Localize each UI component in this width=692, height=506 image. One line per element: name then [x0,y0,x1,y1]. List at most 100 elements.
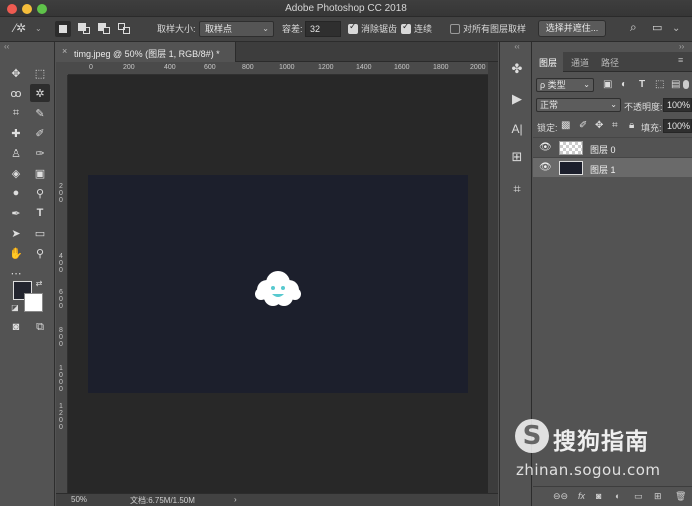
ruler-label: 0 [59,267,63,274]
tab-paths[interactable]: 路径 [601,56,619,69]
quick-mask-icon[interactable]: ◙ [6,318,26,336]
add-to-selection-button[interactable] [76,21,92,37]
ruler-label: 0 [59,197,63,204]
plugin-puzzle-icon[interactable]: ✤ [506,58,528,80]
link-layers-icon[interactable]: ⊖⊖ [553,491,568,502]
ruler-origin[interactable] [56,62,68,75]
eraser-tool-icon[interactable]: ◈ [6,164,26,182]
magic-wand-tool-icon[interactable]: ✲ [30,84,50,102]
blend-mode-select[interactable]: 正常 ⌄ [536,98,621,112]
ruler-label: 4 [59,253,63,260]
document-title: timg.jpeg @ 50% (图层 1, RGB/8#) * [74,49,220,59]
clone-stamp-tool-icon[interactable]: ♙ [6,144,26,162]
expand-panel-icon[interactable]: ›› [679,42,684,51]
opacity-label: 不透明度: [624,102,663,112]
dodge-tool-icon[interactable]: ⚲ [30,184,50,202]
status-menu-arrow[interactable]: › [234,495,237,504]
fill-input[interactable]: 100% [663,119,692,133]
properties-panel-icon[interactable]: ⊞ [506,146,528,168]
background-color-swatch[interactable] [24,293,43,312]
intersect-selection-button[interactable] [116,21,132,37]
gradient-tool-icon[interactable]: ▣ [30,164,50,182]
contiguous-label: 连续 [414,24,433,34]
crop-tool-icon[interactable]: ⌗ [6,104,26,122]
brush-tool-icon[interactable]: ✐ [30,124,50,142]
horizontal-ruler[interactable]: 0 200 400 600 800 1000 1200 1400 1600 18… [68,62,488,75]
document-image[interactable] [88,175,468,393]
crop-panel-icon[interactable]: ⌗ [506,178,528,200]
subtract-from-selection-button[interactable] [96,21,112,37]
opacity-input[interactable]: 100% [663,98,692,112]
tab-layers[interactable]: 图层 [539,56,557,69]
antialias-checkbox[interactable] [348,21,358,34]
default-colors-icon[interactable]: ◪ [9,301,21,313]
layer-row-0[interactable]: 👁︎ 图层 0 [533,137,692,157]
sample-all-layers-checkbox[interactable] [450,24,460,34]
swap-colors-icon[interactable]: ⇄ [33,277,45,289]
history-brush-tool-icon[interactable]: ✑ [30,144,50,162]
adjustment-layer-icon[interactable]: ◐ [615,491,620,501]
search-icon[interactable]: ⌕ [630,20,637,35]
zoom-tool-icon[interactable]: ⚲ [30,244,50,262]
edit-toolbar-icon[interactable]: ⋯ [6,264,26,282]
filter-type-icon[interactable]: T [639,79,645,90]
marquee-tool-icon[interactable]: ⬚ [30,64,50,82]
filter-toggle-icon[interactable] [683,80,689,89]
visibility-eye-icon[interactable]: 👁︎ [539,142,552,153]
type-tool-icon[interactable]: T [30,204,50,222]
layer-name: 图层 1 [590,165,616,175]
tolerance-input[interactable]: 32 [305,21,341,37]
character-panel-icon[interactable]: A| [506,118,528,140]
hand-tool-icon[interactable]: ✋ [6,244,26,262]
vertical-ruler[interactable]: 2 0 0 4 0 0 6 0 0 8 0 0 1 0 0 0 1 2 0 0 [56,75,68,493]
collapse-toolbar-icon[interactable]: ‹‹ [4,42,9,51]
vertical-scrollbar[interactable] [488,62,498,493]
magic-wand-tool-preset-icon[interactable]: ⁄✲ [14,21,26,36]
filter-pixel-icon[interactable]: ▣ [603,79,612,90]
contiguous-checkbox[interactable] [401,21,411,34]
visibility-eye-icon[interactable]: 👁︎ [539,162,552,173]
pen-tool-icon[interactable]: ✒ [6,204,26,222]
lock-artboard-icon[interactable]: ⌗ [612,120,618,131]
layer-style-fx-icon[interactable]: fx [578,491,585,501]
new-layer-icon[interactable]: ⊞ [654,491,662,502]
delete-layer-icon[interactable]: 🗑︎ [675,491,686,502]
zoom-level[interactable]: 50% [71,495,87,504]
lock-position-icon[interactable]: ✥ [595,120,603,131]
canvas-area[interactable] [68,75,488,493]
layer-filter-select[interactable]: ρ 类型 ⌄ [536,78,594,92]
workspace-chevron-icon[interactable]: ⌄ [672,21,680,36]
lock-transparent-pixels-icon[interactable]: ▩ [561,120,570,131]
move-tool-icon[interactable]: ✥ [6,64,26,82]
sample-size-select[interactable]: 取样点 ⌄ [199,21,274,37]
lock-all-icon[interactable]: 🔒︎ [629,120,634,131]
eyedropper-tool-icon[interactable]: ✎ [30,104,50,122]
blur-tool-icon[interactable]: ● [6,184,26,202]
chevron-down-icon: ⌄ [262,24,269,33]
lock-image-pixels-icon[interactable]: ✐ [579,120,587,131]
workspace-icon[interactable]: ▭ [652,21,662,36]
layer-row-1[interactable]: 👁︎ 图层 1 [533,157,692,177]
select-and-mask-button[interactable]: 选择并遮住... [538,20,606,37]
panel-menu-icon[interactable]: ≡ [678,55,683,65]
screen-mode-icon[interactable]: ⧉ [30,318,50,336]
add-mask-icon[interactable]: ◙ [596,491,601,501]
sample-size-label: 取样大小: [157,24,196,34]
chevron-down-icon[interactable]: ⌄ [35,21,42,36]
tab-channels[interactable]: 通道 [571,56,589,69]
rectangle-tool-icon[interactable]: ▭ [30,224,50,242]
actions-play-icon[interactable]: ▶ [506,88,528,110]
healing-brush-tool-icon[interactable]: ✚ [6,124,26,142]
ruler-label: 2 [59,410,63,417]
filter-adjustment-icon[interactable]: ◐ [621,79,627,90]
ruler-label: 1200 [318,64,334,71]
path-selection-tool-icon[interactable]: ➤ [6,224,26,242]
lasso-tool-icon[interactable]: ꝏ [6,84,26,102]
filter-shape-icon[interactable]: ⬚ [655,79,664,90]
close-document-icon[interactable]: × [62,46,67,56]
new-selection-button[interactable] [55,21,71,37]
filter-smart-object-icon[interactable]: ▤ [671,79,680,90]
new-group-icon[interactable]: ▭ [634,491,643,502]
document-tab[interactable]: × timg.jpeg @ 50% (图层 1, RGB/8#) * [56,42,236,62]
collapse-dock-icon[interactable]: ‹‹ [506,40,528,52]
